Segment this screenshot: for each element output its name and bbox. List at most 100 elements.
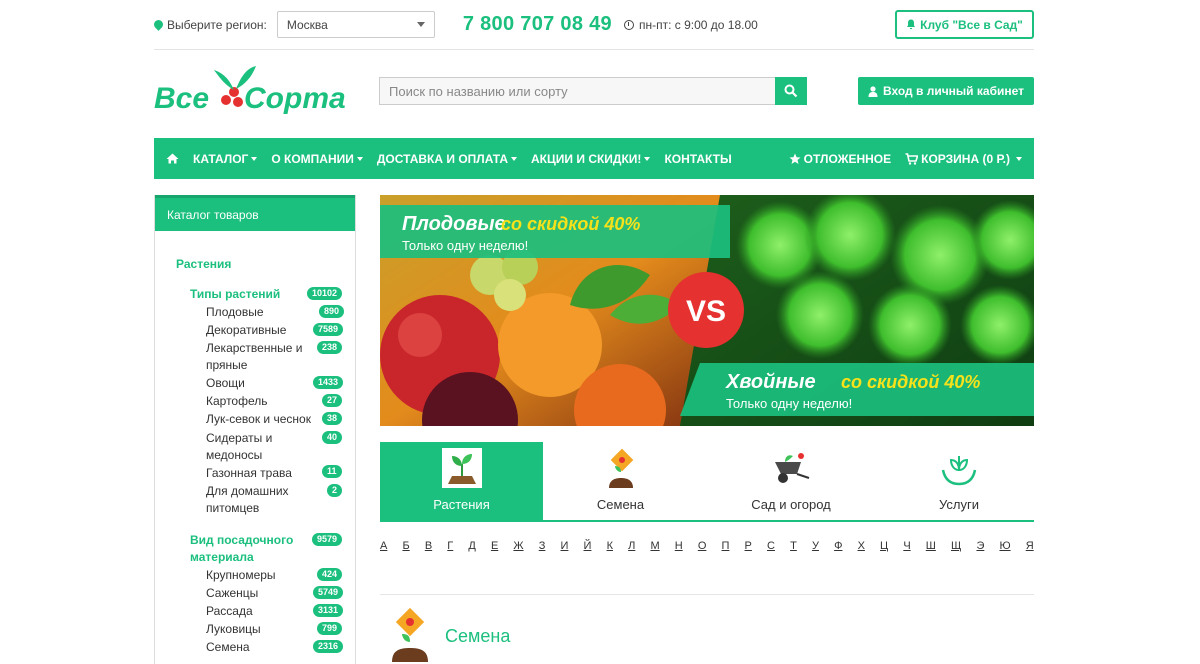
sidebar-item-lawn-grass[interactable]: Газонная трава — [206, 465, 316, 482]
alphabet-letter[interactable]: Б — [402, 540, 409, 552]
nav-delivery[interactable]: ДОСТАВКА И ОПЛАТА — [376, 151, 518, 166]
sidebar-item-seeds[interactable]: Семена — [206, 639, 316, 656]
count-badge: 9579 — [312, 533, 343, 546]
alphabet-letter[interactable]: Д — [468, 540, 475, 552]
star-icon — [789, 153, 801, 164]
nav-contacts[interactable]: КОНТАКТЫ — [664, 152, 731, 166]
alphabet-letter[interactable]: П — [722, 540, 730, 552]
tab-plants[interactable]: Растения — [380, 442, 543, 520]
wheelbarrow-icon — [775, 453, 810, 483]
sidebar-item-potato[interactable]: Картофель — [206, 393, 316, 410]
sidebar-item-rassada[interactable]: Рассада — [206, 603, 316, 620]
sidebar-item-vegetables[interactable]: Овощи — [206, 375, 316, 392]
banner-left-discount: со скидкой 40% — [501, 214, 640, 234]
region-select-value: Москва — [286, 17, 328, 32]
alphabet-letter[interactable]: З — [539, 540, 546, 552]
nav-about[interactable]: О КОМПАНИИ — [271, 152, 363, 166]
alphabet-letter[interactable]: Ю — [999, 540, 1010, 552]
alphabet-letter[interactable]: Л — [628, 540, 635, 552]
nav-cart[interactable]: КОРЗИНА (0 Р.) — [905, 152, 1022, 166]
location-pin-icon — [152, 18, 165, 31]
count-badge: 890 — [319, 305, 345, 318]
tab-services-label: Услуги — [939, 497, 979, 512]
alphabet-letter[interactable]: Г — [447, 540, 453, 552]
sidebar-item-medicinal[interactable]: Лекарственные и пряные — [206, 340, 316, 374]
alphabet-letter[interactable]: Е — [491, 540, 498, 552]
alphabet-letter[interactable]: К — [607, 540, 613, 552]
alphabet-letter[interactable]: Р — [745, 540, 752, 552]
sidebar-item-fruit[interactable]: Плодовые — [206, 304, 316, 321]
alphabet-letter[interactable]: Н — [675, 540, 683, 552]
alphabet-letter[interactable]: У — [812, 540, 819, 552]
alphabet-letter[interactable]: Ц — [880, 540, 888, 552]
count-badge: 38 — [322, 412, 343, 425]
main-nav: КАТАЛОГ О КОМПАНИИ ДОСТАВКА И ОПЛАТА АКЦ… — [154, 138, 1034, 179]
sidebar-item-green-manure[interactable]: Сидераты и медоносы — [206, 430, 296, 464]
sidebar-group-plant-types[interactable]: Типы растений — [190, 286, 300, 303]
region-label-text: Выберите регион: — [167, 17, 267, 32]
cart-icon — [905, 152, 919, 165]
count-badge: 2 — [327, 484, 343, 497]
club-button[interactable]: Клуб "Все в Сад" — [895, 10, 1034, 39]
alphabet-letter[interactable]: В — [425, 540, 432, 552]
alphabet-letter[interactable]: Э — [976, 540, 984, 552]
alphabet-letter[interactable]: Щ — [951, 540, 961, 552]
working-hours-text: пн-пт: с 9:00 до 18.00 — [638, 17, 758, 32]
plant-sprout-icon — [441, 448, 482, 488]
region-select[interactable]: Москва — [276, 11, 435, 38]
sidebar-item-bulbs[interactable]: Луковицы — [206, 621, 316, 638]
banner-right-discount: со скидкой 40% — [841, 372, 980, 392]
alphabet-letter[interactable]: Х — [858, 540, 865, 552]
chevron-down-icon — [416, 22, 425, 27]
banner-right-title: Хвойные — [725, 371, 816, 393]
sidebar-item-seedlings[interactable]: Саженцы — [206, 585, 316, 602]
search-input[interactable]: Поиск по названию или сорту — [379, 77, 775, 105]
alphabet-letter[interactable]: Ж — [513, 540, 523, 552]
seed-packet-icon — [608, 448, 633, 488]
alphabet-letter[interactable]: О — [698, 540, 707, 552]
alphabet-letter[interactable]: М — [650, 540, 659, 552]
nav-about-label: О КОМПАНИИ — [271, 151, 354, 166]
chevron-down-icon — [251, 156, 258, 161]
alphabet-letter[interactable]: Я — [1026, 540, 1034, 552]
sidebar-item-large-plants[interactable]: Крупномеры — [206, 567, 316, 584]
nav-catalog-label: КАТАЛОГ — [193, 151, 249, 166]
search-button[interactable] — [775, 77, 807, 105]
tab-garden[interactable]: Сад и огород — [698, 442, 884, 520]
alphabet-letter[interactable]: С — [767, 540, 775, 552]
alphabet-letter[interactable]: Т — [790, 540, 797, 552]
alphabet-letter[interactable]: Й — [584, 540, 592, 552]
sidebar-item-onion-garlic[interactable]: Лук-севок и чеснок — [206, 411, 321, 428]
home-icon — [166, 153, 179, 164]
phone-number[interactable]: 7 800 707 08 49 — [463, 13, 612, 36]
count-badge: 799 — [317, 622, 343, 635]
alphabet-letter[interactable]: Ф — [834, 540, 842, 552]
alphabet-letter[interactable]: Ш — [926, 540, 936, 552]
tab-services[interactable]: Услуги — [884, 442, 1034, 520]
nav-cart-label: КОРЗИНА (0 Р.) — [921, 151, 1010, 166]
nav-promotions[interactable]: АКЦИИ И СКИДКИ! — [531, 152, 651, 166]
alphabet-letter[interactable]: Ч — [903, 540, 910, 552]
promo-banner[interactable]: Плодовые со скидкой 40% Только одну неде… — [380, 195, 1034, 426]
logo[interactable]: Все Сорта — [154, 62, 350, 120]
chevron-down-icon — [356, 156, 363, 161]
tab-plants-label: Растения — [433, 497, 490, 512]
banner-right-subtitle: Только одну неделю! — [726, 396, 852, 411]
sidebar-item-pets[interactable]: Для домашних питомцев — [206, 483, 306, 517]
nav-delivery-label: ДОСТАВКА И ОПЛАТА — [376, 151, 509, 166]
sidebar-group-material-type[interactable]: Вид посадочного материала — [190, 532, 300, 566]
search-bar: Поиск по названию или сорту — [379, 77, 807, 105]
login-button[interactable]: Вход в личный кабинет — [858, 77, 1034, 105]
sidebar-section-plants[interactable]: Растения — [176, 257, 231, 271]
home-link[interactable] — [166, 153, 179, 164]
search-icon — [784, 84, 798, 98]
chevron-down-icon — [644, 156, 651, 161]
tab-seeds[interactable]: Семена — [543, 442, 698, 520]
clock-icon — [623, 19, 634, 30]
alphabet-letter[interactable]: И — [561, 540, 569, 552]
nav-catalog[interactable]: КАТАЛОГ — [193, 151, 258, 166]
nav-right: ОТЛОЖЕННОЕ КОРЗИНА (0 Р.) — [775, 152, 1022, 166]
nav-deferred[interactable]: ОТЛОЖЕННОЕ — [789, 152, 891, 166]
sidebar-item-decorative[interactable]: Декоративные — [206, 322, 316, 339]
alphabet-letter[interactable]: А — [380, 540, 387, 552]
